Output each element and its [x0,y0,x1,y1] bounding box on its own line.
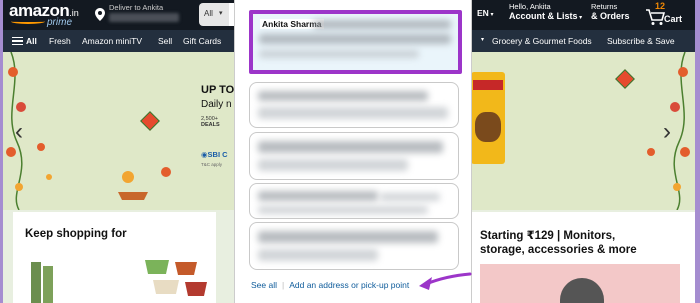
cart-count: 12 [655,1,666,11]
carousel-next-icon[interactable]: › [663,118,671,146]
address-line-blurred [258,231,438,243]
chevron-down-icon: ▾ [488,12,494,18]
cart-label: Cart [664,14,683,24]
address-line-blurred [258,141,443,153]
account-greeting: Hello, Ankita [509,2,551,11]
nav-item-minitv[interactable]: Amazon miniTV [82,36,142,46]
hero-offer-subtitle: Daily n [201,99,232,110]
address-card-selected[interactable]: Ankita Sharma [249,10,462,74]
amazon-logo[interactable]: amazon.in prime [9,2,87,28]
chevron-down-icon: ▾ [577,15,583,21]
bank-offer-logo: ◉SBI C [201,150,228,159]
returns-label: Returns [591,2,618,11]
dog-food-product-image [471,72,505,164]
kite-decoration [140,111,160,131]
modal-footer: See all | Add an address or pick-up point [251,280,409,290]
monitors-storage-card[interactable]: Starting ₹129 | Monitors, storage, acces… [468,212,695,303]
keep-shopping-card[interactable]: Keep shopping for [13,212,216,303]
deliver-to-label: Deliver to Ankita [109,3,164,12]
account-label: Account & Lists [509,11,578,21]
page-frame: amazon.in prime Deliver to Ankita All ▾ … [3,0,695,303]
logo-prime: prime [47,17,73,28]
orders-label: & Orders [591,11,630,21]
chevron-down-icon: ▾ [481,37,485,43]
cart-button[interactable]: 12 Cart [643,1,691,28]
returns-orders-link[interactable]: Returns & Orders [591,2,630,21]
device-image [560,278,604,303]
address-line-blurred [259,50,419,58]
address-card[interactable] [249,222,459,270]
nav-item-grocery[interactable]: Grocery & Gourmet Foods [492,36,592,46]
address-line-blurred [259,34,451,44]
monitors-title-line1: Starting ₹129 | Monitors, [480,230,616,242]
bank-offer-note: T&C apply [201,162,223,167]
add-address-link[interactable]: Add an address or pick-up point [289,280,409,290]
chevron-down-icon: ▾ [219,10,223,17]
product-thumbnail-bg [480,264,680,303]
monitors-title-line2: storage, accessories & more [480,244,637,256]
address-line-blurred [258,191,378,201]
search-category-select[interactable]: All [204,9,213,18]
nav-all[interactable]: All [26,36,37,46]
account-menu[interactable]: Hello, Ankita Account & Lists ▾ [509,2,582,21]
logo-smile-icon [11,19,45,24]
dog-image [475,112,501,142]
address-card[interactable] [249,82,459,128]
product-thumbnails [31,260,207,303]
address-card[interactable] [249,132,459,180]
language-label: EN [477,8,489,18]
language-selector[interactable]: EN ▾ [477,8,494,18]
deliver-to-location[interactable]: Deliver to Ankita [95,3,195,27]
address-line-blurred [258,107,448,119]
keep-shopping-title: Keep shopping for [25,228,127,240]
address-line-blurred [380,193,440,201]
address-line-blurred [258,91,428,101]
nav-item-subscribe[interactable]: Subscribe & Save [607,36,675,46]
bank-name: SBI C [207,150,228,159]
deliver-address-blurred [109,13,179,22]
address-card[interactable] [249,183,459,219]
address-line-blurred [258,159,408,171]
nav-item-sell[interactable]: Sell [158,36,172,46]
location-pin-icon [95,8,105,21]
floral-vine-decoration [6,52,52,210]
nav-item-fresh[interactable]: Fresh [49,36,71,46]
flower-pot-decoration [118,167,171,200]
annotation-arrow-icon [419,272,472,290]
footer-separator: | [282,280,285,290]
hero-offer-title: UP TO [201,84,235,96]
nav-item-gift-cards[interactable]: Gift Cards [183,36,221,46]
hamburger-menu-icon[interactable] [12,37,23,45]
carousel-prev-icon[interactable]: ‹ [15,118,23,146]
address-picker-modal: Ankita Sharma See all | Add an address or … [234,0,472,303]
address-line-blurred [313,20,451,29]
address-line-blurred [258,206,428,214]
product-brand-strip [473,80,503,90]
address-line-blurred [258,249,378,261]
see-all-link[interactable]: See all [251,280,277,290]
deals-badge: 2,500+ DEALS [201,116,220,128]
deals-label: DEALS [201,122,220,128]
